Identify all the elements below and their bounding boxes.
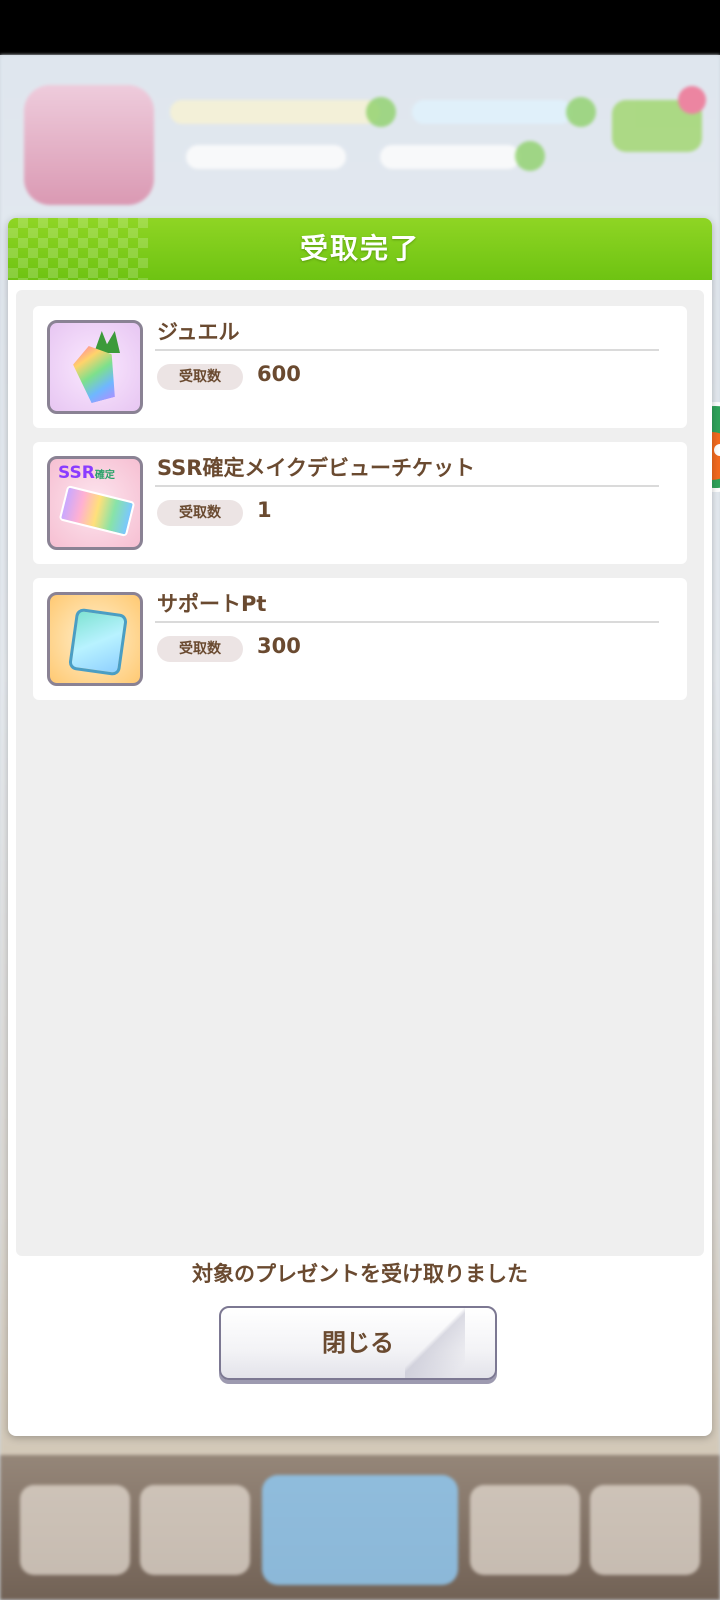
background-menu-button bbox=[612, 86, 706, 152]
background-date-badge bbox=[24, 85, 154, 205]
item-name: ジュエル bbox=[157, 320, 240, 344]
background-resource-bar bbox=[186, 145, 346, 169]
list-item: サポートPt 受取数 300 bbox=[33, 578, 687, 700]
list-item: SSR確定 SSR確定メイクデビューチケット 受取数 1 bbox=[33, 442, 687, 564]
received-items-list[interactable]: ジュエル 受取数 600 SSR確定 SSR確定メイクデビューチケット 受取数 … bbox=[16, 290, 704, 1256]
background-plus-icon bbox=[566, 97, 596, 127]
quantity-label: 受取数 bbox=[157, 500, 243, 526]
ticket-shape bbox=[58, 485, 136, 537]
quantity-value: 1 bbox=[257, 498, 272, 522]
support-card-shape bbox=[67, 607, 129, 677]
divider bbox=[155, 621, 659, 623]
game-screen: 受取完了 ジュエル 受取数 600 SSR確定 SSR確定メイクデビューチケット bbox=[0, 0, 720, 1600]
notification-dot-icon bbox=[678, 86, 706, 114]
jewel-icon bbox=[47, 320, 143, 414]
list-item: ジュエル 受取数 600 bbox=[33, 306, 687, 428]
quantity-value: 600 bbox=[257, 362, 301, 386]
background-plus-icon bbox=[515, 141, 545, 171]
divider bbox=[155, 349, 659, 351]
item-name: サポートPt bbox=[157, 592, 267, 616]
background-nav-item bbox=[590, 1485, 700, 1575]
dialog-header: 受取完了 bbox=[8, 218, 712, 280]
background-nav-item bbox=[470, 1485, 580, 1575]
item-name: SSR確定メイクデビューチケット bbox=[157, 456, 476, 480]
background-nav-item bbox=[140, 1485, 250, 1575]
ssr-label: SSR確定 bbox=[58, 463, 115, 483]
background-resource-bar bbox=[380, 145, 520, 169]
dialog-title: 受取完了 bbox=[299, 232, 420, 265]
support-pt-icon bbox=[47, 592, 143, 686]
ticket-icon: SSR確定 bbox=[47, 456, 143, 550]
divider bbox=[155, 485, 659, 487]
quantity-label: 受取数 bbox=[157, 636, 243, 662]
background-plus-icon bbox=[366, 97, 396, 127]
status-bar bbox=[0, 0, 720, 55]
receive-complete-dialog: 受取完了 ジュエル 受取数 600 SSR確定 SSR確定メイクデビューチケット bbox=[8, 218, 712, 1436]
mascot-eye bbox=[714, 444, 720, 456]
quantity-value: 300 bbox=[257, 634, 301, 658]
quantity-label: 受取数 bbox=[157, 364, 243, 390]
close-button[interactable]: 閉じる bbox=[219, 1306, 497, 1380]
ssr-text: SSR bbox=[58, 463, 95, 483]
dialog-message: 対象のプレゼントを受け取りました bbox=[192, 1262, 528, 1286]
background-resource-bar bbox=[170, 100, 380, 124]
background-nav-home bbox=[262, 1475, 458, 1585]
ssr-subtext: 確定 bbox=[94, 470, 115, 481]
close-button-label: 閉じる bbox=[322, 1329, 394, 1357]
background-resource-bar bbox=[412, 100, 572, 124]
background-nav-item bbox=[20, 1485, 130, 1575]
